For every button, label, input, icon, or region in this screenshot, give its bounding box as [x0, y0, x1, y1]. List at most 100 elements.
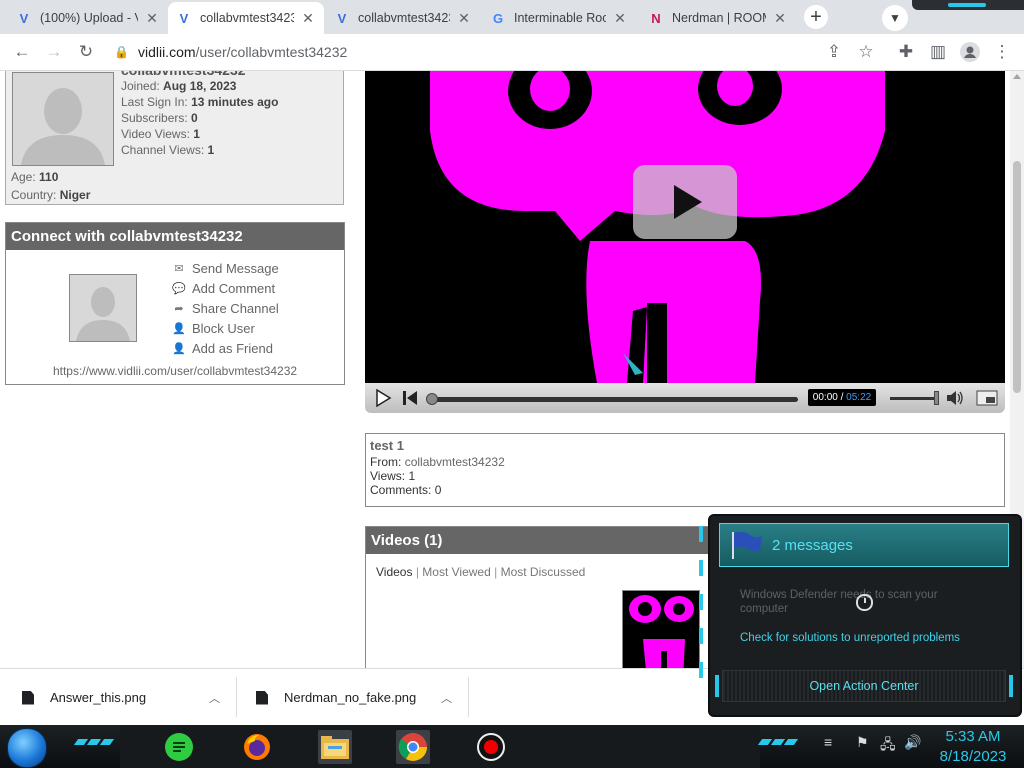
start-orb-icon[interactable] — [7, 728, 47, 768]
taskbar-recorder-icon[interactable] — [474, 730, 508, 764]
envelope-icon: ✉ — [174, 262, 184, 275]
close-tab-icon[interactable]: ✕ — [456, 10, 472, 27]
tab-divider: | — [494, 565, 498, 579]
menu-kebab-icon[interactable]: ⋮ — [990, 40, 1014, 64]
share-channel-link[interactable]: ➦ Share Channel — [171, 298, 278, 318]
comments-value: 0 — [434, 483, 442, 497]
check-solutions-link[interactable]: Check for solutions to unreported proble… — [740, 632, 960, 644]
share-icon[interactable]: ⇪ — [822, 40, 846, 64]
lock-icon: 🔒 — [114, 45, 129, 59]
tray-flag-icon[interactable]: ⚑ — [856, 734, 869, 751]
age-value: 110 — [39, 170, 59, 184]
video-views-label: Video Views: — [121, 127, 190, 141]
video-player[interactable] — [365, 71, 1005, 383]
send-message-link[interactable]: ✉ Send Message — [171, 258, 278, 278]
channel-views-value: 1 — [207, 143, 215, 157]
close-tab-icon[interactable]: ✕ — [300, 10, 316, 27]
tab-nerdman[interactable]: N Nerdman | ROOM ✕ — [640, 2, 796, 34]
profile-info: collabvmtest34232 Joined: Aug 18, 2023 L… — [121, 71, 278, 158]
close-tab-icon[interactable]: ✕ — [144, 10, 160, 27]
file-icon — [256, 690, 268, 705]
time-display: 00:00 / 05:22 — [808, 389, 876, 406]
tab-interminable[interactable]: G Interminable Roo ✕ — [482, 2, 636, 34]
download-item[interactable]: Answer_this.png ︿ — [22, 669, 220, 726]
tab-title: (100%) Upload - V — [40, 11, 138, 25]
volume-knob[interactable] — [934, 391, 939, 405]
add-friend-icon: 👤 — [172, 342, 186, 355]
tab-profile-active[interactable]: V collabvmtest3423 ✕ — [168, 2, 324, 34]
taskbar-band — [120, 725, 760, 768]
address-bar[interactable]: 🔒 vidlii.com/user/collabvmtest34232 — [114, 38, 808, 66]
taskbar-firefox-icon[interactable] — [240, 730, 274, 764]
bookmark-star-icon[interactable]: ☆ — [854, 40, 878, 64]
connect-actions: ✉ Send Message 💬 Add Comment ➦ Share Channe… — [171, 258, 279, 358]
tray-network-icon[interactable]: 🖧 — [880, 734, 896, 758]
block-user-link[interactable]: 👤 Block User — [171, 318, 279, 338]
volume-slider[interactable] — [890, 391, 939, 405]
profile-username: collabvmtest34232 — [121, 71, 278, 78]
close-tab-icon[interactable]: ✕ — [772, 10, 788, 27]
tab-most-discussed[interactable]: Most Discussed — [501, 565, 586, 579]
action-center-popup: 2 messages Windows Defender needs to sca… — [699, 514, 1022, 717]
forward-icon[interactable]: → — [42, 40, 66, 64]
play-overlay-button[interactable] — [633, 165, 737, 239]
tab-videos[interactable]: Videos — [376, 565, 412, 579]
messages-header[interactable]: 2 messages — [719, 523, 1009, 567]
comment-icon: 💬 — [172, 282, 186, 295]
time-separator: / — [840, 392, 844, 403]
connect-header: Connect with collabvmtest34232 — [6, 223, 344, 250]
back-icon[interactable]: ← — [10, 40, 34, 64]
action-label: Add Comment — [192, 280, 276, 296]
download-divider — [468, 677, 469, 717]
taskbar-chrome-icon[interactable] — [396, 730, 430, 764]
taskbar-clock[interactable]: 5:33 AM 8/18/2023 — [930, 725, 1016, 770]
window-controls — [912, 0, 1024, 10]
tab-search-icon[interactable]: ▼ — [882, 5, 908, 31]
video-thumbnail[interactable] — [622, 590, 700, 668]
reload-icon[interactable]: ↻ — [74, 40, 98, 64]
url-path: /user/collabvmtest34232 — [195, 44, 348, 60]
tray-volume-icon[interactable]: 🔊 — [904, 734, 921, 751]
seek-bar[interactable] — [426, 393, 798, 405]
profile-box: collabvmtest34232 Joined: Aug 18, 2023 L… — [5, 71, 344, 205]
close-tab-icon[interactable]: ✕ — [612, 10, 628, 27]
play-icon[interactable] — [371, 388, 395, 408]
subscribers-label: Subscribers: — [121, 111, 188, 125]
uploader-link[interactable]: collabvmtest34232 — [405, 455, 505, 469]
tab-upload[interactable]: V (100%) Upload - V ✕ — [8, 2, 168, 34]
browser-toolbar: ← → ↻ 🔒 vidlii.com/user/collabvmtest3423… — [0, 34, 1024, 71]
speaker-icon[interactable] — [945, 388, 965, 408]
skip-back-icon[interactable] — [399, 388, 421, 408]
new-tab-button[interactable]: + — [804, 5, 828, 29]
comments-label: Comments: — [370, 483, 432, 497]
channel-views-label: Channel Views: — [121, 143, 205, 157]
defender-scan-message[interactable]: Windows Defender needs to scan your comp… — [740, 588, 970, 616]
open-action-center-label: Open Action Center — [809, 679, 919, 693]
connect-box: Connect with collabvmtest34232 ✉ Send Mes… — [5, 222, 345, 385]
tray-show-desktop-icon[interactable]: ≡ — [824, 734, 832, 750]
download-item[interactable]: Nerdman_no_fake.png ︿ — [256, 669, 452, 726]
taskbar-explorer-icon[interactable] — [318, 730, 352, 764]
chevron-up-icon[interactable]: ︿ — [441, 690, 452, 706]
taskbar-notes-app-icon[interactable] — [162, 730, 196, 764]
url-host: vidlii.com — [137, 44, 196, 60]
open-action-center-button[interactable]: Open Action Center — [715, 670, 1013, 702]
side-panel-icon[interactable]: ▥ — [926, 40, 950, 64]
add-comment-link[interactable]: 💬 Add Comment — [171, 278, 279, 298]
fullscreen-icon[interactable] — [975, 388, 999, 408]
tab-most-viewed[interactable]: Most Viewed — [422, 565, 490, 579]
tab-profile-2[interactable]: V collabvmtest3423 ✕ — [326, 2, 480, 34]
extensions-icon[interactable]: ✚ — [894, 40, 918, 64]
scroll-up-arrow-icon[interactable] — [1013, 74, 1021, 79]
chevron-up-icon[interactable]: ︿ — [209, 690, 220, 706]
profile-country: Country: Niger — [11, 186, 90, 204]
channel-url[interactable]: https://www.vidlii.com/user/collabvmtest… — [6, 364, 344, 378]
vidlii-favicon-icon: V — [19, 10, 29, 26]
seek-knob[interactable] — [426, 393, 438, 405]
add-friend-link[interactable]: 👤 Add as Friend — [171, 338, 279, 358]
subscribers-value: 0 — [191, 111, 198, 125]
clock-date: 8/18/2023 — [939, 748, 1007, 765]
vidlii-favicon-icon: V — [179, 10, 189, 26]
profile-avatar-icon[interactable] — [958, 40, 982, 64]
scrollbar-thumb[interactable] — [1013, 161, 1021, 393]
